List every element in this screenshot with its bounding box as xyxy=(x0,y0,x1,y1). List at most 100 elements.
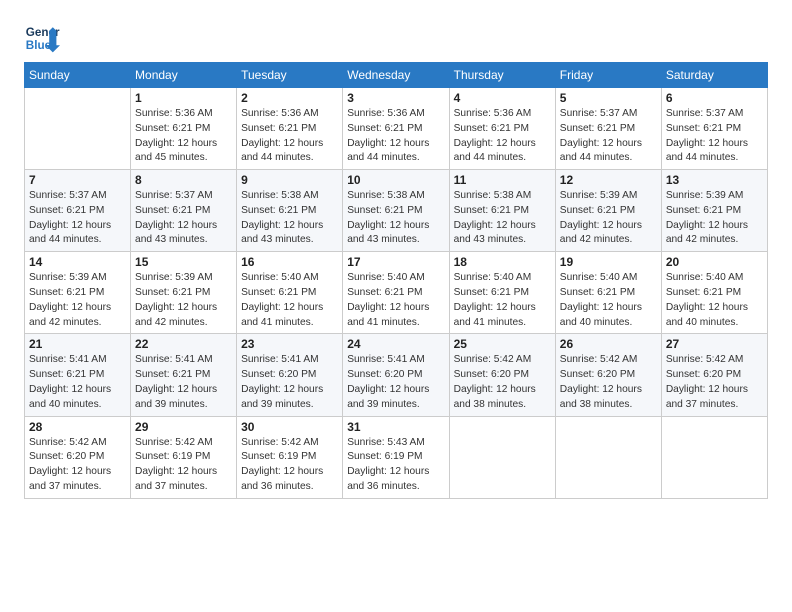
calendar-cell: 7Sunrise: 5:37 AMSunset: 6:21 PMDaylight… xyxy=(25,170,131,252)
day-number: 4 xyxy=(454,91,551,105)
day-number: 22 xyxy=(135,337,232,351)
calendar-cell: 25 Sunrise: 5:42 AMSunset: 6:20 PMDayligh… xyxy=(449,334,555,416)
logo-icon: General Blue xyxy=(24,20,60,56)
day-number: 10 xyxy=(347,173,444,187)
day-number: 30 xyxy=(241,420,338,434)
calendar-cell: 12 Sunrise: 5:39 AMSunset: 6:21 PMDayligh… xyxy=(555,170,661,252)
weekday-header-saturday: Saturday xyxy=(661,63,767,88)
week-row-2: 7Sunrise: 5:37 AMSunset: 6:21 PMDaylight… xyxy=(25,170,768,252)
cell-info: Sunrise: 5:41 AMSunset: 6:20 PMDaylight:… xyxy=(241,353,338,412)
weekday-header-wednesday: Wednesday xyxy=(343,63,449,88)
calendar-cell: 2 Sunrise: 5:36 AMSunset: 6:21 PMDaylight… xyxy=(237,88,343,170)
calendar-cell: 31 Sunrise: 5:43 AMSunset: 6:19 PMDayligh… xyxy=(343,416,449,498)
day-number: 26 xyxy=(560,337,657,351)
cell-info: Sunrise: 5:37 AMSunset: 6:21 PMDaylight:… xyxy=(29,189,126,248)
day-number: 12 xyxy=(560,173,657,187)
week-row-4: 21 Sunrise: 5:41 AMSunset: 6:21 PMDayligh… xyxy=(25,334,768,416)
calendar-cell xyxy=(25,88,131,170)
weekday-header-friday: Friday xyxy=(555,63,661,88)
weekday-header-row: SundayMondayTuesdayWednesdayThursdayFrid… xyxy=(25,63,768,88)
weekday-header-sunday: Sunday xyxy=(25,63,131,88)
calendar-cell: 18 Sunrise: 5:40 AMSunset: 6:21 PMDayligh… xyxy=(449,252,555,334)
calendar-cell: 15 Sunrise: 5:39 AMSunset: 6:21 PMDayligh… xyxy=(131,252,237,334)
cell-info: Sunrise: 5:40 AMSunset: 6:21 PMDaylight:… xyxy=(666,271,763,330)
cell-info: Sunrise: 5:41 AMSunset: 6:20 PMDaylight:… xyxy=(347,353,444,412)
cell-info: Sunrise: 5:36 AMSunset: 6:21 PMDaylight:… xyxy=(241,107,338,166)
calendar-cell: 8 Sunrise: 5:37 AMSunset: 6:21 PMDaylight… xyxy=(131,170,237,252)
day-number: 28 xyxy=(29,420,126,434)
cell-info: Sunrise: 5:42 AMSunset: 6:19 PMDaylight:… xyxy=(241,436,338,495)
day-number: 6 xyxy=(666,91,763,105)
calendar-cell: 26 Sunrise: 5:42 AMSunset: 6:20 PMDayligh… xyxy=(555,334,661,416)
cell-info: Sunrise: 5:40 AMSunset: 6:21 PMDaylight:… xyxy=(241,271,338,330)
calendar-cell: 27 Sunrise: 5:42 AMSunset: 6:20 PMDayligh… xyxy=(661,334,767,416)
cell-info: Sunrise: 5:36 AMSunset: 6:21 PMDaylight:… xyxy=(347,107,444,166)
weekday-header-tuesday: Tuesday xyxy=(237,63,343,88)
weekday-header-thursday: Thursday xyxy=(449,63,555,88)
calendar-cell: 10 Sunrise: 5:38 AMSunset: 6:21 PMDayligh… xyxy=(343,170,449,252)
day-number: 2 xyxy=(241,91,338,105)
calendar-cell: 17 Sunrise: 5:40 AMSunset: 6:21 PMDayligh… xyxy=(343,252,449,334)
calendar-cell: 9Sunrise: 5:38 AMSunset: 6:21 PMDaylight… xyxy=(237,170,343,252)
cell-info: Sunrise: 5:39 AMSunset: 6:21 PMDaylight:… xyxy=(29,271,126,330)
day-number: 15 xyxy=(135,255,232,269)
cell-info: Sunrise: 5:38 AMSunset: 6:21 PMDaylight:… xyxy=(454,189,551,248)
cell-info: Sunrise: 5:41 AMSunset: 6:21 PMDaylight:… xyxy=(29,353,126,412)
cell-info: Sunrise: 5:42 AMSunset: 6:20 PMDaylight:… xyxy=(666,353,763,412)
calendar-cell: 14 Sunrise: 5:39 AMSunset: 6:21 PMDayligh… xyxy=(25,252,131,334)
calendar-cell: 1 Sunrise: 5:36 AMSunset: 6:21 PMDaylight… xyxy=(131,88,237,170)
day-number: 24 xyxy=(347,337,444,351)
calendar-cell: 24 Sunrise: 5:41 AMSunset: 6:20 PMDayligh… xyxy=(343,334,449,416)
calendar-cell: 16 Sunrise: 5:40 AMSunset: 6:21 PMDayligh… xyxy=(237,252,343,334)
week-row-3: 14 Sunrise: 5:39 AMSunset: 6:21 PMDayligh… xyxy=(25,252,768,334)
calendar-cell: 5 Sunrise: 5:37 AMSunset: 6:21 PMDaylight… xyxy=(555,88,661,170)
day-number: 18 xyxy=(454,255,551,269)
day-number: 27 xyxy=(666,337,763,351)
cell-info: Sunrise: 5:37 AMSunset: 6:21 PMDaylight:… xyxy=(560,107,657,166)
day-number: 17 xyxy=(347,255,444,269)
cell-info: Sunrise: 5:42 AMSunset: 6:20 PMDaylight:… xyxy=(454,353,551,412)
day-number: 23 xyxy=(241,337,338,351)
cell-info: Sunrise: 5:36 AMSunset: 6:21 PMDaylight:… xyxy=(135,107,232,166)
cell-info: Sunrise: 5:43 AMSunset: 6:19 PMDaylight:… xyxy=(347,436,444,495)
calendar-cell: 21 Sunrise: 5:41 AMSunset: 6:21 PMDayligh… xyxy=(25,334,131,416)
calendar-cell: 3Sunrise: 5:36 AMSunset: 6:21 PMDaylight… xyxy=(343,88,449,170)
cell-info: Sunrise: 5:37 AMSunset: 6:21 PMDaylight:… xyxy=(666,107,763,166)
cell-info: Sunrise: 5:40 AMSunset: 6:21 PMDaylight:… xyxy=(454,271,551,330)
calendar-cell: 13Sunrise: 5:39 AMSunset: 6:21 PMDayligh… xyxy=(661,170,767,252)
day-number: 8 xyxy=(135,173,232,187)
calendar-cell: 4 Sunrise: 5:36 AMSunset: 6:21 PMDaylight… xyxy=(449,88,555,170)
calendar-cell: 28 Sunrise: 5:42 AMSunset: 6:20 PMDayligh… xyxy=(25,416,131,498)
cell-info: Sunrise: 5:42 AMSunset: 6:19 PMDaylight:… xyxy=(135,436,232,495)
cell-info: Sunrise: 5:40 AMSunset: 6:21 PMDaylight:… xyxy=(347,271,444,330)
calendar: SundayMondayTuesdayWednesdayThursdayFrid… xyxy=(24,62,768,499)
calendar-cell: 19 Sunrise: 5:40 AMSunset: 6:21 PMDayligh… xyxy=(555,252,661,334)
week-row-1: 1 Sunrise: 5:36 AMSunset: 6:21 PMDaylight… xyxy=(25,88,768,170)
cell-info: Sunrise: 5:42 AMSunset: 6:20 PMDaylight:… xyxy=(29,436,126,495)
logo: General Blue xyxy=(24,20,60,56)
calendar-cell: 20Sunrise: 5:40 AMSunset: 6:21 PMDayligh… xyxy=(661,252,767,334)
calendar-cell xyxy=(661,416,767,498)
cell-info: Sunrise: 5:39 AMSunset: 6:21 PMDaylight:… xyxy=(135,271,232,330)
cell-info: Sunrise: 5:42 AMSunset: 6:20 PMDaylight:… xyxy=(560,353,657,412)
cell-info: Sunrise: 5:37 AMSunset: 6:21 PMDaylight:… xyxy=(135,189,232,248)
cell-info: Sunrise: 5:40 AMSunset: 6:21 PMDaylight:… xyxy=(560,271,657,330)
calendar-cell: 23 Sunrise: 5:41 AMSunset: 6:20 PMDayligh… xyxy=(237,334,343,416)
day-number: 16 xyxy=(241,255,338,269)
cell-info: Sunrise: 5:36 AMSunset: 6:21 PMDaylight:… xyxy=(454,107,551,166)
day-number: 19 xyxy=(560,255,657,269)
weekday-header-monday: Monday xyxy=(131,63,237,88)
calendar-cell: 6 Sunrise: 5:37 AMSunset: 6:21 PMDaylight… xyxy=(661,88,767,170)
cell-info: Sunrise: 5:39 AMSunset: 6:21 PMDaylight:… xyxy=(666,189,763,248)
week-row-5: 28 Sunrise: 5:42 AMSunset: 6:20 PMDayligh… xyxy=(25,416,768,498)
day-number: 31 xyxy=(347,420,444,434)
cell-info: Sunrise: 5:38 AMSunset: 6:21 PMDaylight:… xyxy=(347,189,444,248)
day-number: 14 xyxy=(29,255,126,269)
day-number: 25 xyxy=(454,337,551,351)
header: General Blue xyxy=(24,20,768,56)
day-number: 1 xyxy=(135,91,232,105)
cell-info: Sunrise: 5:39 AMSunset: 6:21 PMDaylight:… xyxy=(560,189,657,248)
calendar-cell: 30 Sunrise: 5:42 AMSunset: 6:19 PMDayligh… xyxy=(237,416,343,498)
day-number: 21 xyxy=(29,337,126,351)
day-number: 5 xyxy=(560,91,657,105)
